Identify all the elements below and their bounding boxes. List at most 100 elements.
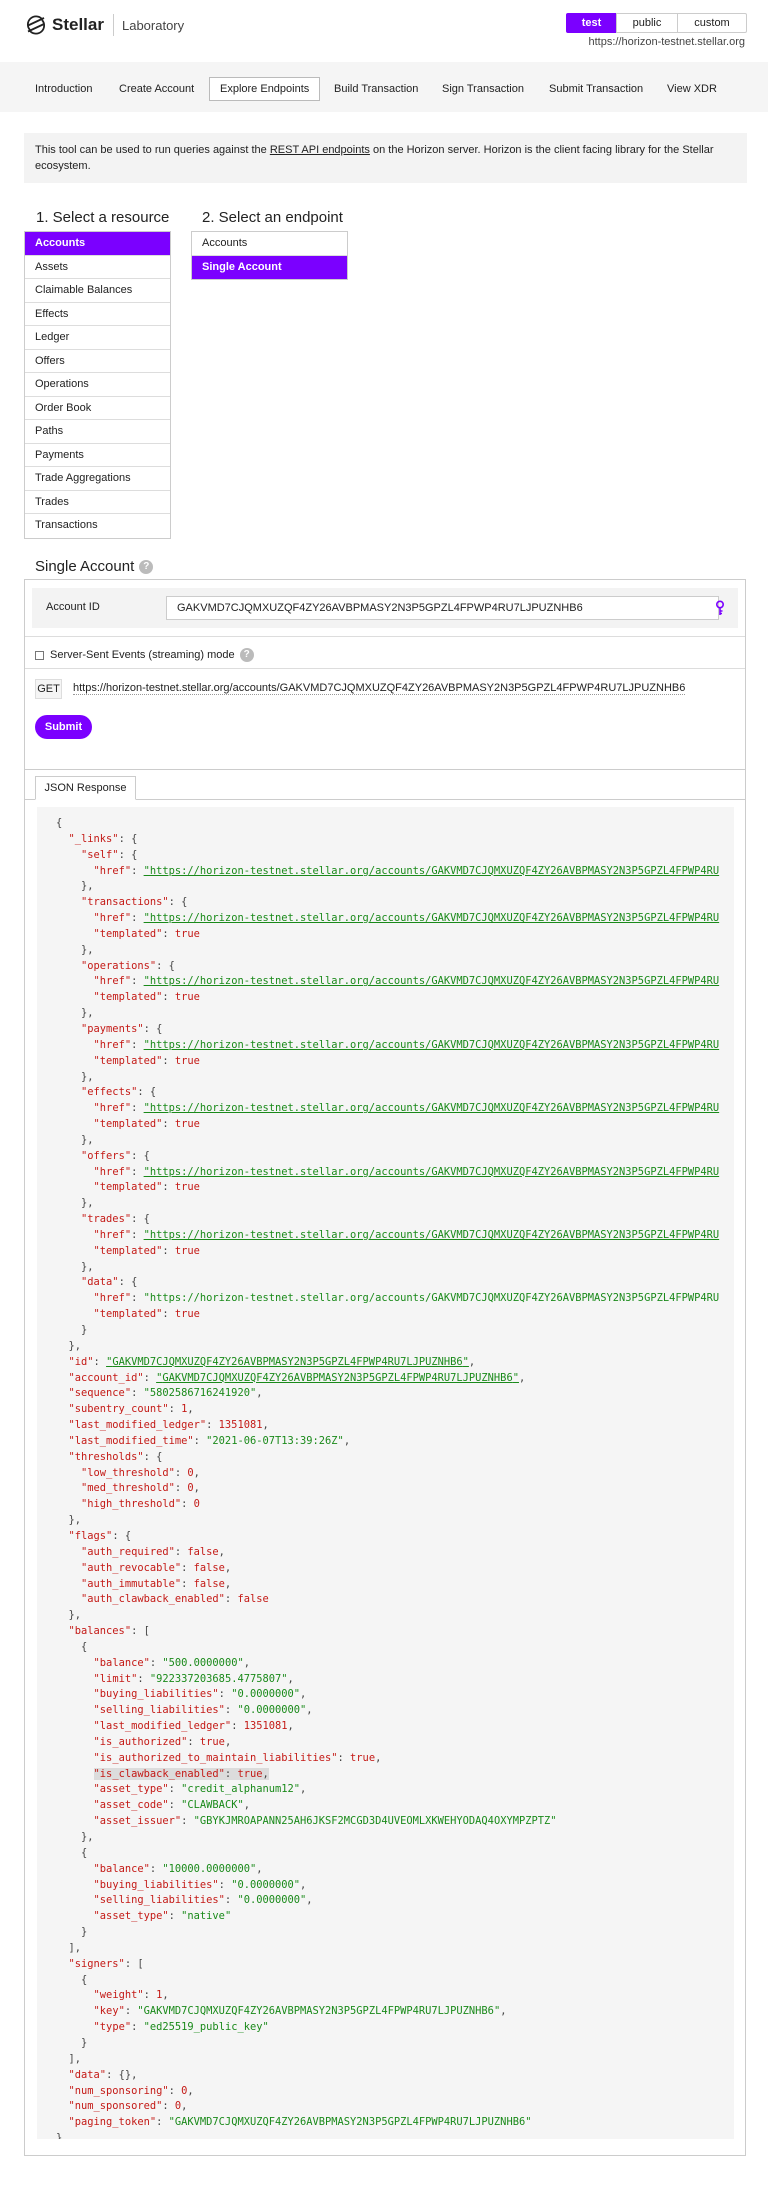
resource-ledger[interactable]: Ledger — [25, 326, 170, 350]
help-icon[interactable]: ? — [139, 559, 154, 574]
account-id-input[interactable] — [166, 596, 719, 620]
nav-create-account[interactable]: Create Account — [119, 78, 194, 100]
json-last-modified-time: 2021-06-07T13:39:26Z — [212, 1434, 338, 1447]
single-account-title: Single Account ? — [35, 558, 154, 575]
json-auth-revocable: false — [193, 1561, 225, 1574]
main-nav: Introduction Create Account Explore Endp… — [0, 62, 768, 112]
json-last-modified-ledger: 1351081 — [218, 1419, 263, 1432]
json-is-clawback-enabled: true — [237, 1767, 263, 1780]
json-subentry-count: 1 — [181, 1403, 188, 1416]
json-num-sponsoring: 0 — [181, 2084, 188, 2097]
json-asset-issuer-1: GBYKJMROAPANN25AH6JKSF2MCGD3D4UVEOMLXKWE… — [199, 1815, 551, 1828]
network-test-button[interactable]: test — [566, 13, 617, 33]
json-selling-liabilities-1: 0.0000000 — [243, 1704, 301, 1717]
resource-paths[interactable]: Paths — [25, 420, 170, 444]
json-asset-code-1: CLAWBACK — [187, 1799, 238, 1812]
brand-name: Stellar — [52, 15, 104, 34]
resource-trade-aggregations[interactable]: Trade Aggregations — [25, 467, 170, 491]
json-signer-type: ed25519_public_key — [149, 2021, 263, 2034]
link-offers-href[interactable]: "https://horizon-testnet.stellar.org/acc… — [144, 1166, 720, 1178]
link-trades-href[interactable]: "https://horizon-testnet.stellar.org/acc… — [144, 1229, 720, 1241]
json-low-threshold: 0 — [187, 1466, 194, 1479]
endpoint-section-title: 2. Select an endpoint — [202, 209, 343, 226]
resource-effects[interactable]: Effects — [25, 302, 170, 326]
sse-toggle[interactable]: Server-Sent Events (streaming) mode ? — [35, 648, 254, 662]
product-name: Laboratory — [121, 17, 185, 33]
account-id-row: Account ID — [32, 588, 738, 628]
resource-operations[interactable]: Operations — [25, 373, 170, 397]
json-data: {} — [118, 2068, 132, 2081]
form-divider — [25, 668, 745, 669]
json-asset-type-1: credit_alphanum12 — [187, 1783, 294, 1796]
json-auth-required: false — [187, 1545, 219, 1558]
response-panel: JSON Response { "_links": { "self": { "h… — [24, 769, 746, 2156]
endpoint-list: Accounts Single Account — [191, 231, 348, 280]
sse-label: Server-Sent Events (streaming) mode — [50, 649, 235, 661]
json-balance-ledger-1: 1351081 — [243, 1720, 288, 1733]
single-account-form: Account ID Server-Sent Events (streaming… — [24, 579, 746, 786]
link-payments-href[interactable]: "https://horizon-testnet.stellar.org/acc… — [144, 1039, 720, 1051]
network-switcher: test public custom — [566, 13, 747, 33]
json-is-authorized: true — [199, 1735, 225, 1748]
json-sequence: 5802586716241920 — [149, 1387, 250, 1400]
resource-transactions[interactable]: Transactions — [25, 514, 170, 538]
json-high-threshold: 0 — [193, 1498, 200, 1511]
json-account-id[interactable]: GAKVMD7CJQMXUZQF4ZY26AVBPMASY2N3P5GPZL4F… — [162, 1372, 512, 1384]
json-buying-liabilities-1: 0.0000000 — [237, 1688, 294, 1701]
account-id-label: Account ID — [46, 601, 100, 613]
link-self-href[interactable]: "https://horizon-testnet.stellar.org/acc… — [144, 865, 720, 877]
json-balance-1: 500.0000000 — [168, 1656, 238, 1669]
sse-help-icon[interactable]: ? — [239, 648, 254, 662]
network-public-button[interactable]: public — [616, 13, 678, 33]
tab-json-response[interactable]: JSON Response — [35, 776, 136, 800]
nav-introduction[interactable]: Introduction — [35, 78, 92, 100]
resource-payments[interactable]: Payments — [25, 443, 170, 467]
json-response-body: { "_links": { "self": { "href": "https:/… — [37, 807, 734, 2139]
single-account-heading: Single Account — [35, 558, 135, 575]
request-url[interactable]: https://horizon-testnet.stellar.org/acco… — [73, 682, 686, 695]
nav-explore-endpoints[interactable]: Explore Endpoints — [209, 77, 321, 101]
logo-divider — [112, 14, 114, 36]
link-operations-href[interactable]: "https://horizon-testnet.stellar.org/acc… — [144, 975, 720, 987]
resource-trades[interactable]: Trades — [25, 490, 170, 514]
submit-button[interactable]: Submit — [35, 715, 92, 739]
link-data-href: "https://horizon-testnet.stellar.org/acc… — [143, 1292, 720, 1305]
json-asset-type-2: native — [187, 1910, 225, 1923]
nav-submit-transaction[interactable]: Submit Transaction — [549, 78, 643, 100]
resource-assets[interactable]: Assets — [25, 255, 170, 279]
nav-build-transaction[interactable]: Build Transaction — [334, 78, 418, 100]
resource-list: Accounts Assets Claimable Balances Effec… — [24, 231, 171, 539]
json-signer-key: GAKVMD7CJQMXUZQF4ZY26AVBPMASY2N3P5GPZL4F… — [143, 2005, 494, 2018]
endpoint-single-account[interactable]: Single Account — [192, 255, 347, 279]
json-auth-clawback-enabled: false — [237, 1593, 269, 1606]
stellar-logo[interactable]: Stellar Laboratory — [24, 14, 184, 36]
endpoint-accounts[interactable]: Accounts — [192, 232, 347, 256]
resource-section-title: 1. Select a resource — [36, 209, 170, 226]
json-selling-liabilities-2: 0.0000000 — [243, 1894, 301, 1907]
json-balance-2: 10000.0000000 — [168, 1862, 250, 1875]
resource-order-book[interactable]: Order Book — [25, 396, 170, 420]
resource-accounts[interactable]: Accounts — [25, 232, 170, 256]
json-id[interactable]: GAKVMD7CJQMXUZQF4ZY26AVBPMASY2N3P5GPZL4F… — [112, 1356, 462, 1368]
resource-claimable-balances[interactable]: Claimable Balances — [25, 279, 170, 303]
key-icon[interactable] — [712, 600, 728, 616]
json-is-authorized-maintain: true — [350, 1751, 376, 1764]
nav-view-xdr[interactable]: View XDR — [667, 78, 717, 100]
json-signer-weight: 1 — [156, 1989, 163, 2002]
rest-api-link[interactable]: REST API endpoints — [270, 144, 370, 156]
nav-sign-transaction[interactable]: Sign Transaction — [442, 78, 524, 100]
network-custom-button[interactable]: custom — [677, 13, 747, 33]
stellar-rocket-icon — [27, 15, 45, 35]
resource-offers[interactable]: Offers — [25, 349, 170, 373]
json-paging-token: GAKVMD7CJQMXUZQF4ZY26AVBPMASY2N3P5GPZL4F… — [174, 2116, 526, 2129]
json-buying-liabilities-2: 0.0000000 — [237, 1878, 294, 1891]
link-transactions-href[interactable]: "https://horizon-testnet.stellar.org/acc… — [144, 912, 720, 924]
json-limit-1: 922337203685.4775807 — [156, 1672, 282, 1685]
link-effects-href[interactable]: "https://horizon-testnet.stellar.org/acc… — [144, 1102, 720, 1114]
json-auth-immutable: false — [193, 1577, 225, 1590]
sse-checkbox[interactable] — [35, 650, 44, 660]
intro-notice: This tool can be used to run queries aga… — [24, 133, 747, 183]
form-divider — [25, 636, 745, 637]
http-method-badge: GET — [35, 679, 62, 699]
json-code: { "_links": { "self": { "href": "https:/… — [56, 817, 720, 2139]
